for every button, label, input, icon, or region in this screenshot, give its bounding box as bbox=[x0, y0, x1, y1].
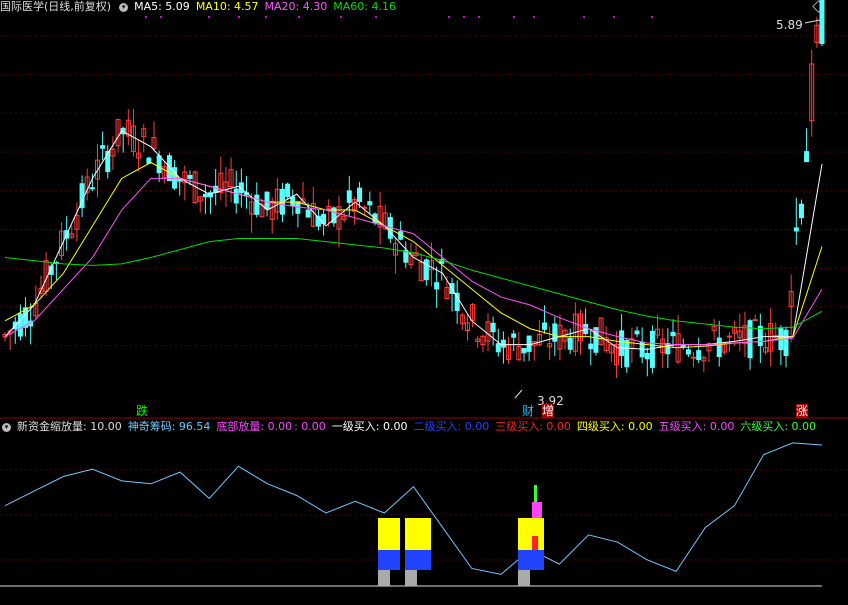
candle-body bbox=[367, 201, 373, 206]
candle-body bbox=[716, 337, 722, 358]
candle-body bbox=[685, 349, 691, 355]
top-dot bbox=[651, 16, 653, 18]
signal-bar bbox=[518, 570, 530, 586]
ma-line-ma20 bbox=[4, 177, 823, 346]
top-dot bbox=[238, 16, 240, 18]
marker-die: 跌 bbox=[136, 404, 149, 418]
top-dot bbox=[265, 16, 267, 18]
candle-body bbox=[254, 194, 260, 215]
candle-body bbox=[17, 313, 23, 337]
marker-zhang: 涨 bbox=[796, 404, 809, 418]
candle-body bbox=[434, 282, 440, 290]
candle-body bbox=[783, 329, 789, 357]
price-high-label: 5.89 bbox=[776, 18, 803, 32]
candle-body bbox=[156, 155, 162, 174]
candle-body bbox=[588, 343, 594, 350]
candle-body bbox=[521, 347, 527, 354]
candle-body bbox=[346, 190, 352, 203]
top-dot bbox=[478, 16, 480, 18]
signal-bar bbox=[405, 550, 431, 570]
top-dot bbox=[583, 16, 585, 18]
signal-bar bbox=[378, 570, 390, 586]
candle-body bbox=[187, 174, 193, 179]
ma-line-ma5 bbox=[4, 130, 823, 350]
high-pointer bbox=[804, 19, 821, 24]
top-dot bbox=[448, 16, 450, 18]
candle-body bbox=[202, 193, 208, 198]
signal-bar bbox=[378, 518, 400, 550]
ma-line-ma10 bbox=[4, 161, 823, 349]
signal-bar bbox=[518, 550, 544, 570]
candle-body bbox=[305, 209, 311, 218]
candle-body bbox=[454, 292, 460, 311]
top-dot bbox=[208, 16, 210, 18]
candle-body bbox=[542, 322, 548, 330]
top-dot bbox=[145, 16, 147, 18]
candle-body bbox=[490, 322, 496, 333]
top-dot bbox=[463, 16, 465, 18]
candle-body bbox=[727, 335, 733, 338]
candle-body bbox=[793, 227, 799, 232]
candle-body bbox=[649, 330, 655, 368]
candle-body bbox=[290, 196, 296, 207]
candle-body bbox=[680, 345, 686, 348]
candle-body bbox=[757, 325, 763, 347]
signal-bar bbox=[518, 518, 544, 550]
candle-body bbox=[696, 350, 702, 361]
top-dot bbox=[513, 16, 515, 18]
stock-chart[interactable] bbox=[0, 0, 848, 605]
candle-body bbox=[819, 0, 825, 45]
signal-bar bbox=[532, 536, 538, 550]
ma-line-ma60 bbox=[4, 238, 823, 330]
candle-body bbox=[423, 259, 429, 281]
candle-body bbox=[233, 188, 239, 204]
candle-body bbox=[511, 333, 517, 338]
candle-body bbox=[665, 343, 671, 355]
top-dot bbox=[613, 16, 615, 18]
low-pointer bbox=[514, 389, 523, 399]
top-dot bbox=[340, 16, 342, 18]
signal-bar bbox=[405, 518, 431, 550]
marker-zeng: 增 bbox=[542, 404, 555, 418]
signal-bar bbox=[532, 502, 542, 518]
candle-body bbox=[752, 319, 758, 322]
candle-body bbox=[691, 356, 697, 359]
signal-bar bbox=[378, 550, 400, 570]
candle-body bbox=[100, 145, 106, 149]
top-dot bbox=[160, 16, 162, 18]
candle-body bbox=[567, 337, 573, 350]
candle-body bbox=[624, 339, 630, 368]
candle-body bbox=[495, 343, 501, 353]
candle-body bbox=[89, 187, 95, 190]
candle-body bbox=[500, 339, 506, 348]
signal-bar bbox=[405, 570, 417, 586]
candle-body bbox=[357, 187, 363, 203]
top-dot bbox=[298, 16, 300, 18]
candle-body bbox=[285, 183, 291, 198]
candle-body bbox=[526, 335, 532, 352]
candle-body bbox=[264, 191, 270, 210]
candle-body bbox=[798, 203, 804, 219]
candle-body bbox=[634, 330, 640, 335]
candle-body bbox=[670, 331, 676, 337]
candle-body bbox=[804, 151, 810, 163]
candle-body bbox=[644, 353, 650, 360]
candle-body bbox=[619, 330, 625, 356]
signal-bar bbox=[534, 485, 537, 502]
top-dot bbox=[533, 16, 535, 18]
top-dot bbox=[375, 16, 377, 18]
candle-body bbox=[403, 250, 409, 263]
marker-cai: 财 bbox=[522, 404, 535, 418]
